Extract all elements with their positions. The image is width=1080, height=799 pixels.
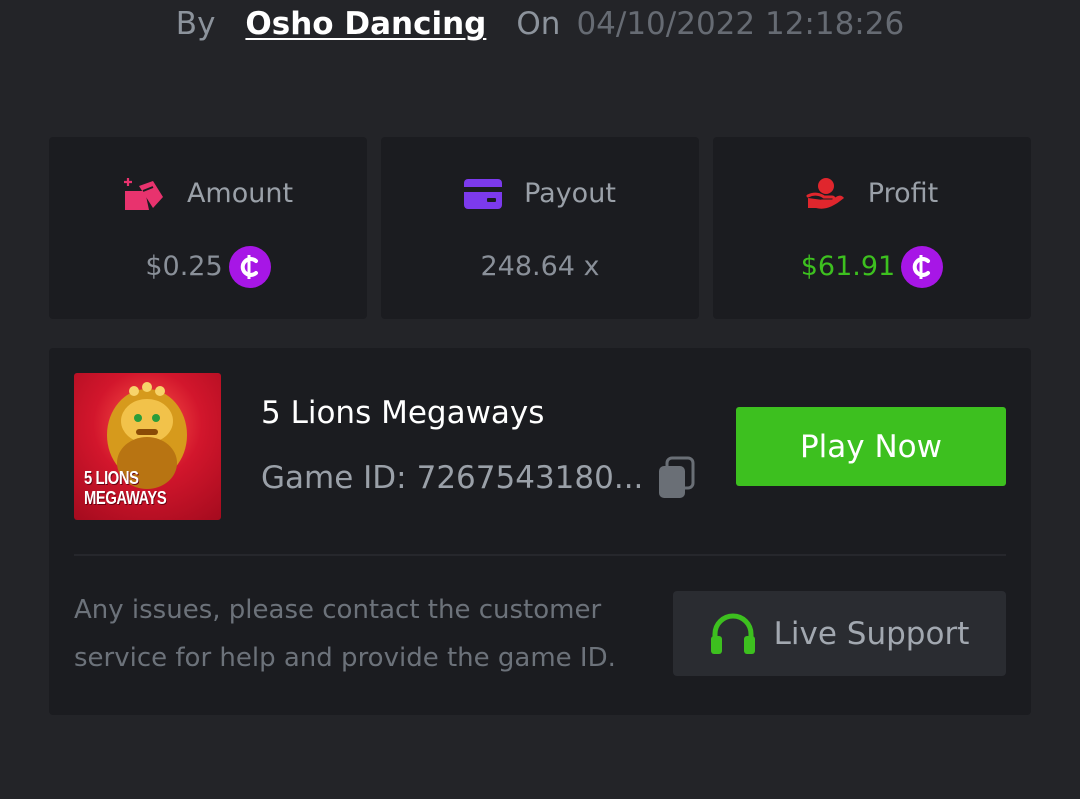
copy-icon[interactable] [657,456,697,500]
profit-label: Profit [867,178,939,209]
live-support-label: Live Support [773,615,970,652]
game-card: 5 LIONS MEGAWAYS 5 Lions Megaways Game I… [49,348,1031,715]
coin-icon [901,246,944,288]
amount-value-row: $0.25 [49,245,367,289]
game-thumbnail[interactable]: 5 LIONS MEGAWAYS [74,373,221,520]
headset-icon [710,613,755,654]
divider [74,554,1006,556]
profit-card: Profit $61.91 [713,137,1031,319]
by-label: By [175,6,216,42]
amount-label: Amount [186,178,294,209]
payout-header: Payout [381,174,699,214]
profit-value-row: $61.91 [713,245,1031,289]
payout-value-row: 248.64 x [381,245,699,289]
bet-datetime: 04/10/2022 12:18:26 [576,6,905,42]
game-title: 5 Lions Megaways [261,395,545,431]
thumbnail-title: 5 LIONS MEGAWAYS [84,468,167,508]
live-support-button[interactable]: Live Support [673,591,1006,676]
amount-header: Amount [49,174,367,214]
on-label: On [516,6,561,42]
game-id-value: 7267543180... [416,460,644,496]
game-id-row: Game ID: 7267543180... [261,456,697,500]
help-text: Any issues, please contact the customer … [74,595,616,673]
profit-value: $61.91 [800,251,896,282]
payout-card: Payout 248.64 x [381,137,699,319]
username-link[interactable]: Osho Dancing [245,2,486,46]
amount-value: $0.25 [145,251,223,282]
game-id-label: Game ID: [261,460,407,496]
bet-chips-icon [123,178,163,210]
card-icon [464,179,503,209]
coin-icon [228,246,271,288]
profit-header: Profit [713,174,1031,214]
hand-money-icon [806,178,844,209]
payout-value: 248.64 x [480,251,600,282]
play-now-button[interactable]: Play Now [736,407,1006,486]
bet-meta-line: By Osho Dancing On 04/10/2022 12:18:26 [0,2,1080,46]
amount-card: Amount $0.25 [49,137,367,319]
payout-label: Payout [524,178,616,209]
